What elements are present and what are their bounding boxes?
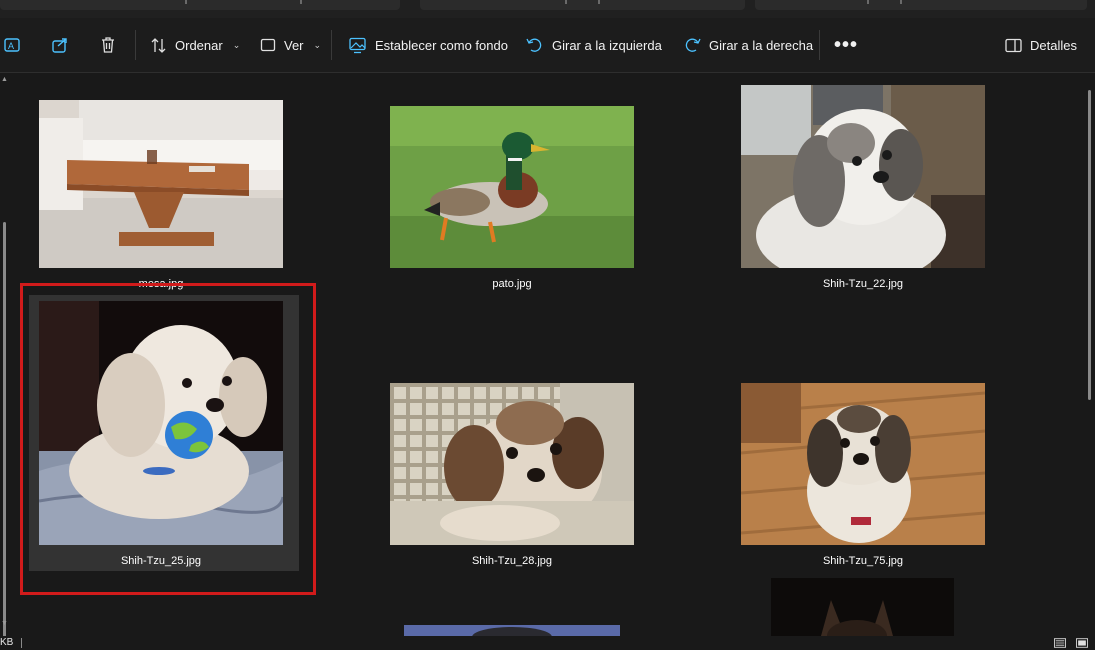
chevron-down-icon: ⌄ [232,39,241,50]
status-divider [21,638,22,648]
address-segment[interactable] [420,0,745,10]
view-label: Ver [284,37,304,53]
rotate-right-icon [685,38,701,52]
text-fragment [300,0,302,4]
file-name-label: Shih-Tzu_75.jpg [822,555,904,567]
file-name-label: pato.jpg [492,278,532,290]
trash-icon [102,37,114,53]
view-icon [260,38,276,52]
thumbnail-image [404,624,620,636]
rotate-left-label: Girar a la izquierda [552,37,662,53]
rotate-right-button[interactable]: Girar a la derecha [683,18,813,72]
text-fragment [598,0,600,4]
file-name-label: Shih-Tzu_28.jpg [471,555,553,567]
thumbnail-image [390,383,634,545]
share-button[interactable] [51,18,69,72]
chevron-down-icon: ⌄ [313,39,322,50]
text-fragment [565,0,567,4]
details-view-icon[interactable] [1054,638,1066,648]
title-strip [0,0,1095,18]
more-options-button[interactable]: ••• [834,18,858,72]
toolbar-divider [819,30,820,60]
thumbnail-image [741,85,985,268]
scrollbar-thumb[interactable] [3,222,6,642]
thumbnail-image [741,383,985,545]
annotation-highlight-box [20,283,316,595]
rotate-right-label: Girar a la derecha [709,37,814,53]
view-button[interactable]: Ver ⌄ [260,18,321,72]
delete-button[interactable] [99,18,117,72]
scroll-up-icon[interactable]: ▲ [1,76,8,83]
address-segment[interactable] [0,0,400,10]
details-label: Detalles [1030,37,1077,53]
sort-button[interactable]: Ordenar ⌄ [150,18,240,72]
search-segment[interactable] [755,0,1087,10]
rename-button[interactable]: A [4,18,22,72]
file-name-label: Shih-Tzu_22.jpg [822,278,904,290]
toolbar-divider [135,30,136,60]
rotate-left-button[interactable]: Girar a la izquierda [526,18,662,72]
rename-icon: A [4,38,20,52]
large-icons-view-icon[interactable] [1076,638,1088,648]
thumbnail-image [771,578,954,636]
sort-icon [151,37,166,53]
navigation-pane-scrollbar[interactable]: ▲ ▼ [0,72,10,642]
thumbnail-image [39,100,283,268]
thumbnail-image [390,106,634,268]
status-bar: KB [0,636,1095,650]
more-icon: ••• [834,33,859,56]
text-fragment [867,0,869,4]
scrollbar-thumb[interactable] [1088,90,1091,400]
text-fragment [900,0,902,4]
rotate-left-icon [526,38,542,52]
svg-text:A: A [8,41,14,51]
set-background-button[interactable]: Establecer como fondo [349,18,508,72]
command-bar: A Ordenar ⌄ Ver ⌄ Establecer como fondo … [0,18,1095,73]
details-pane-icon [1005,38,1022,52]
set-background-label: Establecer como fondo [375,37,508,53]
share-icon [52,38,67,53]
scroll-down-icon[interactable]: ▼ [1,620,8,627]
sort-label: Ordenar [175,37,223,53]
content-scrollbar[interactable] [1084,72,1095,632]
toolbar-divider [331,30,332,60]
text-fragment [185,0,187,4]
wallpaper-icon [349,37,366,53]
details-pane-button[interactable]: Detalles [1005,18,1077,72]
selection-size-text: KB [0,637,14,648]
